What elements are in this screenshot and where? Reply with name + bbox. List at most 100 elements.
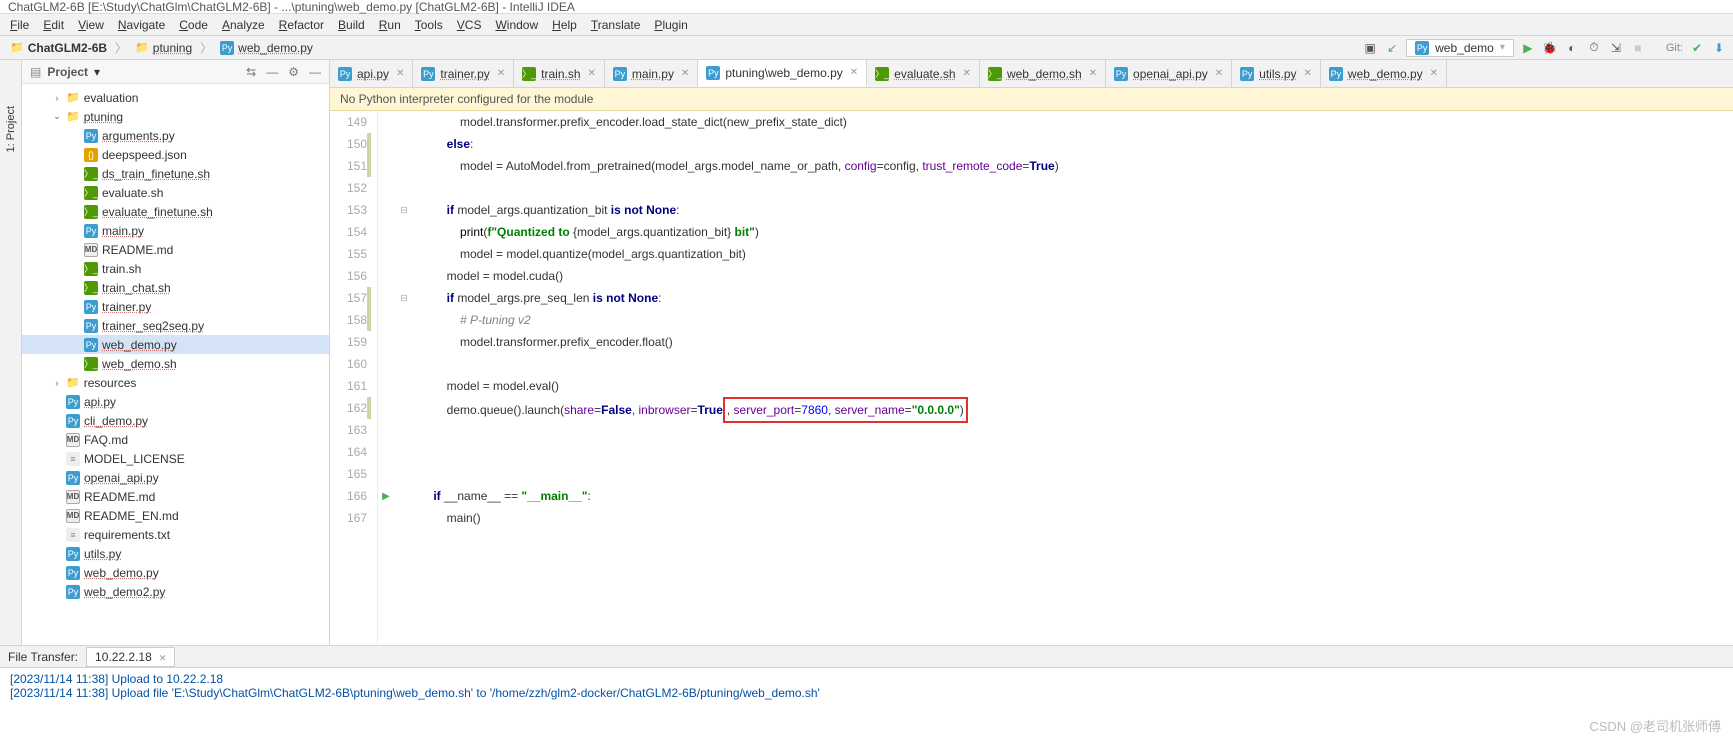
tree-item[interactable]: 〉_evaluate_finetune.sh: [22, 202, 329, 221]
close-icon[interactable]: ✕: [396, 68, 404, 79]
tree-item[interactable]: Pycli_demo.py: [22, 411, 329, 430]
profile-icon[interactable]: ⏱: [1586, 40, 1602, 56]
tree-item[interactable]: Pyweb_demo2.py: [22, 582, 329, 601]
menu-run[interactable]: Run: [373, 16, 407, 34]
close-icon[interactable]: ✕: [588, 68, 596, 79]
tree-item[interactable]: Pyweb_demo.py: [22, 563, 329, 582]
tree-item[interactable]: Pyweb_demo.py: [22, 335, 329, 354]
file-transfer-console[interactable]: [2023/11/14 11:38] Upload to 10.22.2.18[…: [0, 667, 1733, 739]
menu-plugin[interactable]: Plugin: [648, 16, 693, 34]
coverage-icon[interactable]: ◐: [1564, 40, 1580, 56]
close-icon[interactable]: ✕: [1215, 68, 1223, 79]
tree-item[interactable]: Pytrainer_seq2seq.py: [22, 316, 329, 335]
tree-item[interactable]: ⌄📁ptuning: [22, 107, 329, 126]
editor-tab[interactable]: Pymain.py✕: [605, 60, 698, 87]
code-lines[interactable]: model.transformer.prefix_encoder.load_st…: [414, 111, 1733, 645]
tree-item[interactable]: ≡MODEL_LICENSE: [22, 449, 329, 468]
menu-code[interactable]: Code: [173, 16, 214, 34]
menu-view[interactable]: View: [72, 16, 110, 34]
menu-help[interactable]: Help: [546, 16, 583, 34]
tree-item[interactable]: MDREADME.md: [22, 487, 329, 506]
tab-label: utils.py: [1259, 67, 1296, 81]
close-icon[interactable]: ✕: [1089, 68, 1097, 79]
editor-tab[interactable]: 〉_web_demo.sh✕: [980, 60, 1106, 87]
debug-icon[interactable]: 🐞: [1542, 40, 1558, 56]
caret-icon[interactable]: ›: [52, 93, 62, 103]
panel-toggle-icon[interactable]: ▤: [30, 65, 41, 79]
tree-item[interactable]: ≡requirements.txt: [22, 525, 329, 544]
chevron-down-icon[interactable]: ▾: [94, 65, 100, 79]
collapse-icon[interactable]: ⇆: [246, 65, 256, 79]
editor-tab[interactable]: Pyptuning\web_demo.py✕: [698, 60, 867, 87]
close-icon[interactable]: ✕: [1430, 68, 1438, 79]
hide-icon[interactable]: —: [309, 65, 321, 79]
close-icon[interactable]: ✕: [159, 653, 167, 663]
tree-item[interactable]: Pyopenai_api.py: [22, 468, 329, 487]
tree-item[interactable]: Pymain.py: [22, 221, 329, 240]
tree-item[interactable]: Pyarguments.py: [22, 126, 329, 145]
tree-item[interactable]: 〉_ds_train_finetune.sh: [22, 164, 329, 183]
menu-analyze[interactable]: Analyze: [216, 16, 271, 34]
editor-tab[interactable]: Pyweb_demo.py✕: [1321, 60, 1447, 87]
close-icon[interactable]: ✕: [497, 68, 505, 79]
tree-item[interactable]: 〉_train_chat.sh: [22, 278, 329, 297]
tree-item[interactable]: Pyutils.py: [22, 544, 329, 563]
menu-tools[interactable]: Tools: [409, 16, 449, 34]
close-icon[interactable]: ✕: [1304, 68, 1312, 79]
editor-tab[interactable]: Pytrainer.py✕: [413, 60, 514, 87]
project-tree[interactable]: ›📁evaluation⌄📁ptuningPyarguments.py{}dee…: [22, 84, 329, 645]
tree-item[interactable]: MDREADME_EN.md: [22, 506, 329, 525]
back-icon[interactable]: ↙: [1384, 40, 1400, 56]
menu-build[interactable]: Build: [332, 16, 371, 34]
breadcrumb-file[interactable]: Py web_demo.py: [216, 40, 317, 56]
menu-refactor[interactable]: Refactor: [273, 16, 330, 34]
run-config-selector[interactable]: Py web_demo ▾: [1406, 39, 1514, 57]
attach-icon[interactable]: ⇲: [1608, 40, 1624, 56]
breadcrumb-root[interactable]: 📁 ChatGLM2-6B: [6, 40, 111, 56]
scroll-from-source-icon[interactable]: ▣: [1362, 40, 1378, 56]
menu-translate[interactable]: Translate: [585, 16, 647, 34]
tree-item-label: ds_train_finetune.sh: [102, 167, 210, 181]
close-icon[interactable]: ✕: [963, 68, 971, 79]
tree-item[interactable]: Pyapi.py: [22, 392, 329, 411]
editor-tab[interactable]: Pyapi.py✕: [330, 60, 413, 87]
close-icon[interactable]: ✕: [850, 67, 858, 78]
menu-vcs[interactable]: VCS: [451, 16, 488, 34]
editor-tab[interactable]: 〉_train.sh✕: [514, 60, 605, 87]
gear-icon[interactable]: ⚙: [288, 65, 299, 79]
git-pull-icon[interactable]: ⬇: [1711, 40, 1727, 56]
interpreter-warning-banner[interactable]: No Python interpreter configured for the…: [330, 88, 1733, 111]
menu-file[interactable]: File: [4, 16, 35, 34]
minus-icon[interactable]: —: [266, 65, 278, 79]
file-transfer-host-tab[interactable]: 10.22.2.18 ✕: [86, 647, 175, 667]
tree-item[interactable]: MDREADME.md: [22, 240, 329, 259]
tree-item[interactable]: 〉_train.sh: [22, 259, 329, 278]
tree-item[interactable]: {}deepspeed.json: [22, 145, 329, 164]
tree-item[interactable]: 〉_web_demo.sh: [22, 354, 329, 373]
tree-item[interactable]: ›📁resources: [22, 373, 329, 392]
caret-icon[interactable]: ›: [52, 378, 62, 388]
breadcrumb-folder[interactable]: 📁 ptuning: [131, 40, 196, 56]
stop-icon[interactable]: ■: [1630, 40, 1646, 56]
tree-item[interactable]: 〉_evaluate.sh: [22, 183, 329, 202]
close-icon[interactable]: ✕: [681, 68, 689, 79]
bottom-tool-tabs: File Transfer: 10.22.2.18 ✕: [0, 645, 1733, 667]
python-icon: Py: [84, 338, 98, 352]
git-update-icon[interactable]: ✔: [1689, 40, 1705, 56]
menu-navigate[interactable]: Navigate: [112, 16, 171, 34]
tree-item-label: cli_demo.py: [84, 414, 148, 428]
run-icon[interactable]: ▶: [1520, 40, 1536, 56]
menu-window[interactable]: Window: [489, 16, 544, 34]
tree-item-label: README.md: [84, 490, 155, 504]
caret-icon[interactable]: ⌄: [52, 111, 62, 122]
editor-tab[interactable]: Pyutils.py✕: [1232, 60, 1321, 87]
menu-edit[interactable]: Edit: [37, 16, 70, 34]
tree-item[interactable]: MDFAQ.md: [22, 430, 329, 449]
code-editor[interactable]: 1491501511521531541551561571581591601611…: [330, 111, 1733, 645]
watermark: CSDN @老司机张师傅: [1589, 716, 1721, 735]
editor-tab[interactable]: 〉_evaluate.sh✕: [867, 60, 980, 87]
editor-tab[interactable]: Pyopenai_api.py✕: [1106, 60, 1232, 87]
project-tool-tab[interactable]: 1: Project: [3, 100, 19, 158]
tree-item[interactable]: Pytrainer.py: [22, 297, 329, 316]
tree-item[interactable]: ›📁evaluation: [22, 88, 329, 107]
